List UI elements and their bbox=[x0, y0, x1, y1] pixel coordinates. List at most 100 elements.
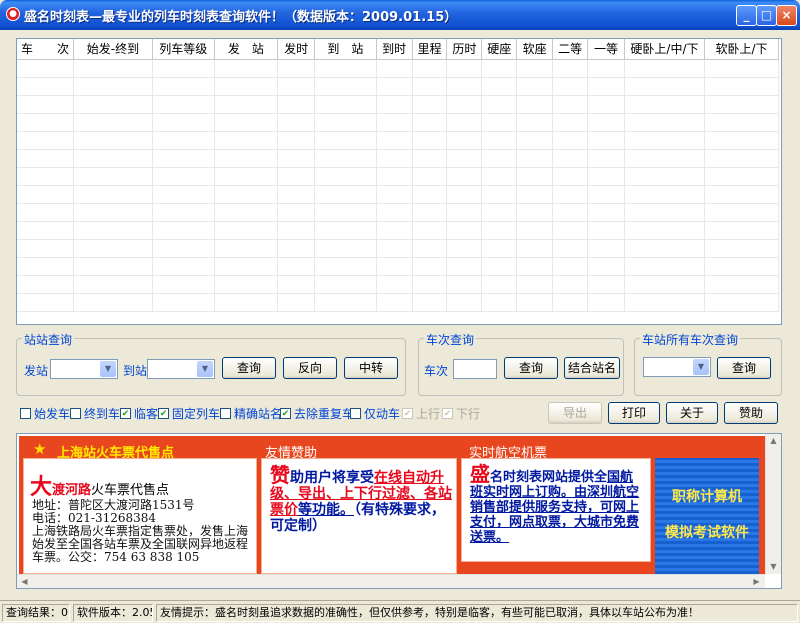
sponsor-button[interactable]: 赞助 bbox=[724, 402, 778, 424]
table-cell[interactable] bbox=[412, 203, 448, 222]
checkmark-icon[interactable]: ✔ bbox=[442, 407, 453, 419]
table-cell[interactable] bbox=[376, 113, 413, 132]
train-no-input[interactable] bbox=[453, 359, 497, 379]
filter-checkbox[interactable]: 精确站名 bbox=[220, 406, 282, 421]
table-cell[interactable] bbox=[152, 131, 215, 150]
table-cell[interactable] bbox=[516, 257, 554, 276]
table-cell[interactable] bbox=[624, 95, 706, 114]
table-cell[interactable] bbox=[704, 239, 779, 258]
table-cell[interactable] bbox=[73, 185, 153, 204]
table-cell[interactable] bbox=[481, 77, 518, 96]
table-cell[interactable] bbox=[152, 95, 215, 114]
table-cell[interactable] bbox=[412, 221, 448, 240]
table-cell[interactable] bbox=[704, 149, 779, 168]
table-cell[interactable] bbox=[704, 203, 779, 222]
table-cell[interactable] bbox=[214, 239, 279, 258]
table-row[interactable] bbox=[17, 149, 779, 168]
table-cell[interactable] bbox=[314, 149, 377, 168]
table-cell[interactable] bbox=[152, 275, 215, 294]
table-cell[interactable] bbox=[552, 113, 589, 132]
table-cell[interactable] bbox=[552, 257, 589, 276]
table-cell[interactable] bbox=[481, 275, 518, 294]
table-cell[interactable] bbox=[214, 167, 279, 186]
table-cell[interactable] bbox=[481, 131, 518, 150]
table-cell[interactable] bbox=[376, 167, 413, 186]
ad-card-sponsor[interactable]: 赞助用户将享受在线自动升级、导出、上下行过滤、各站票价等功能。（有特殊要求，可定… bbox=[261, 458, 457, 574]
table-cell[interactable] bbox=[17, 95, 74, 114]
reverse-button[interactable]: 反向 bbox=[283, 357, 337, 379]
table-cell[interactable] bbox=[17, 185, 74, 204]
table-cell[interactable] bbox=[376, 149, 413, 168]
table-cell[interactable] bbox=[152, 149, 215, 168]
checkbox-box[interactable] bbox=[20, 407, 31, 419]
table-cell[interactable] bbox=[446, 221, 483, 240]
ad-horizontal-scrollbar[interactable]: ◀ ▶ bbox=[17, 574, 765, 588]
table-cell[interactable] bbox=[17, 293, 74, 312]
table-cell[interactable] bbox=[552, 293, 589, 312]
table-cell[interactable] bbox=[214, 95, 279, 114]
table-cell[interactable] bbox=[516, 167, 554, 186]
table-cell[interactable] bbox=[412, 131, 448, 150]
table-cell[interactable] bbox=[152, 203, 215, 222]
table-row[interactable] bbox=[17, 239, 779, 258]
exam-software-banner[interactable]: 职称计算机 模拟考试软件 bbox=[655, 458, 759, 574]
combine-station-button[interactable]: 结合站名 bbox=[564, 357, 620, 379]
table-cell[interactable] bbox=[481, 149, 518, 168]
filter-checkbox[interactable]: 仅动车 bbox=[350, 406, 400, 421]
table-cell[interactable] bbox=[412, 95, 448, 114]
table-cell[interactable] bbox=[587, 257, 625, 276]
table-cell[interactable] bbox=[412, 77, 448, 96]
table-cell[interactable] bbox=[446, 239, 483, 258]
chevron-down-icon[interactable]: ▼ bbox=[100, 361, 116, 377]
table-cell[interactable] bbox=[314, 239, 377, 258]
table-cell[interactable] bbox=[624, 275, 706, 294]
table-cell[interactable] bbox=[446, 293, 483, 312]
checkmark-icon[interactable]: ✔ bbox=[280, 407, 291, 419]
table-cell[interactable] bbox=[214, 293, 279, 312]
table-cell[interactable] bbox=[73, 221, 153, 240]
table-cell[interactable] bbox=[277, 131, 316, 150]
table-cell[interactable] bbox=[552, 95, 589, 114]
filter-checkbox[interactable]: ✔ 去除重复车 bbox=[280, 406, 354, 421]
table-cell[interactable] bbox=[481, 167, 518, 186]
col-origin-terminal[interactable]: 始发-终到 bbox=[73, 39, 153, 60]
table-cell[interactable] bbox=[516, 95, 554, 114]
table-cell[interactable] bbox=[277, 113, 316, 132]
table-cell[interactable] bbox=[277, 185, 316, 204]
table-cell[interactable] bbox=[412, 239, 448, 258]
table-cell[interactable] bbox=[314, 113, 377, 132]
table-cell[interactable] bbox=[314, 203, 377, 222]
table-cell[interactable] bbox=[624, 239, 706, 258]
table-cell[interactable] bbox=[376, 185, 413, 204]
table-cell[interactable] bbox=[516, 149, 554, 168]
table-cell[interactable] bbox=[481, 113, 518, 132]
table-cell[interactable] bbox=[516, 113, 554, 132]
col-distance[interactable]: 里程 bbox=[412, 39, 448, 60]
table-row[interactable] bbox=[17, 77, 779, 96]
table-cell[interactable] bbox=[552, 59, 589, 78]
table-cell[interactable] bbox=[624, 203, 706, 222]
checkmark-icon[interactable]: ✔ bbox=[158, 407, 169, 419]
table-cell[interactable] bbox=[516, 185, 554, 204]
table-cell[interactable] bbox=[214, 59, 279, 78]
table-cell[interactable] bbox=[587, 239, 625, 258]
table-cell[interactable] bbox=[446, 113, 483, 132]
table-cell[interactable] bbox=[587, 221, 625, 240]
table-cell[interactable] bbox=[552, 221, 589, 240]
table-cell[interactable] bbox=[73, 113, 153, 132]
table-cell[interactable] bbox=[552, 131, 589, 150]
table-cell[interactable] bbox=[277, 95, 316, 114]
table-cell[interactable] bbox=[314, 59, 377, 78]
minimize-button[interactable]: _ bbox=[736, 5, 757, 26]
table-cell[interactable] bbox=[552, 185, 589, 204]
table-cell[interactable] bbox=[412, 257, 448, 276]
table-cell[interactable] bbox=[376, 257, 413, 276]
table-cell[interactable] bbox=[412, 149, 448, 168]
table-row[interactable] bbox=[17, 275, 779, 294]
table-cell[interactable] bbox=[152, 293, 215, 312]
table-cell[interactable] bbox=[516, 239, 554, 258]
filter-checkbox[interactable]: 始发车 bbox=[20, 406, 70, 421]
table-cell[interactable] bbox=[587, 167, 625, 186]
table-cell[interactable] bbox=[624, 113, 706, 132]
table-cell[interactable] bbox=[481, 203, 518, 222]
